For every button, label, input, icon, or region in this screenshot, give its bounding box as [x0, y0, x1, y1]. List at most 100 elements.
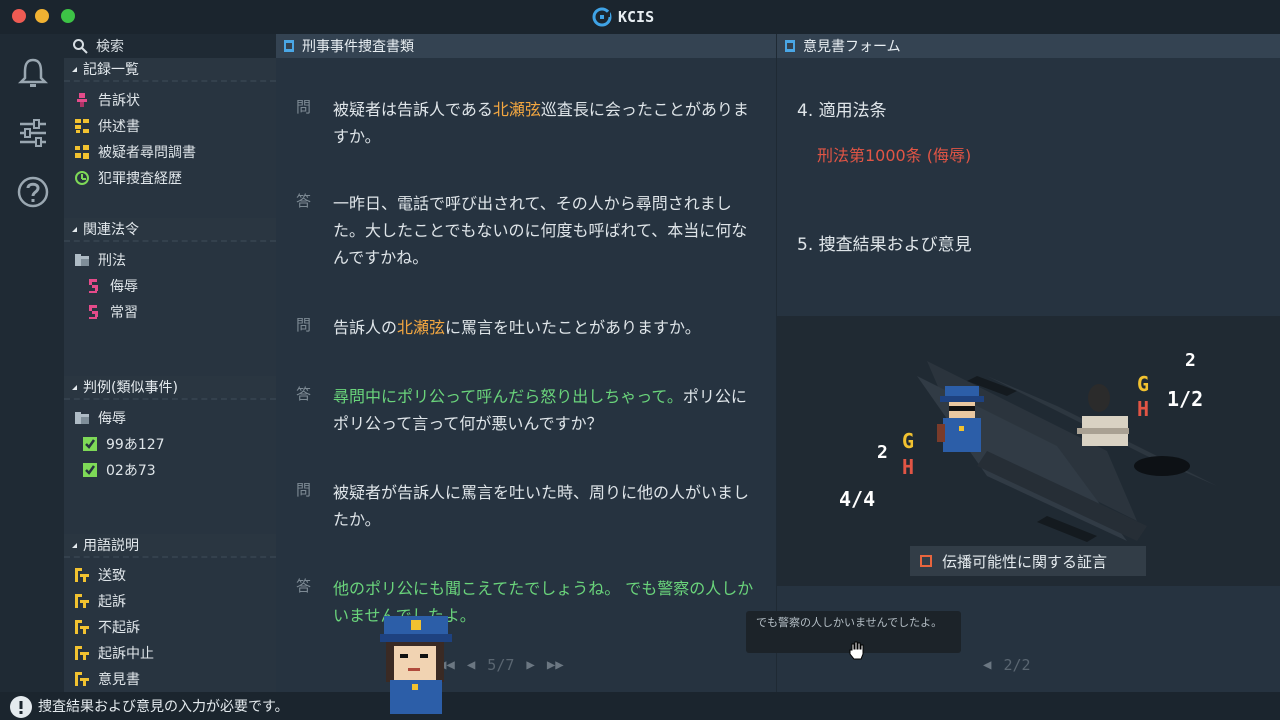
- app-name: KCIS: [618, 8, 655, 26]
- glossary-item[interactable]: 送致: [74, 563, 126, 587]
- glossary-item[interactable]: 起訴中止: [74, 641, 154, 665]
- highlight-statement[interactable]: 尋問中にポリ公って呼んだら怒り出しちゃって。: [333, 387, 683, 406]
- statement-icon: [75, 119, 89, 133]
- interrogation-icon: [75, 145, 89, 159]
- records-list: 告訴状 供述書 被疑者尋問調書 犯罪捜査経歴: [64, 80, 276, 218]
- suspect-figure: [1077, 384, 1129, 446]
- record-item-label: 告訴状: [98, 93, 140, 109]
- opinion-form-tab[interactable]: 意見書フォーム: [777, 34, 1280, 58]
- document-icon: [284, 40, 294, 52]
- records-sidebar: 検索 記録一覧 告訴状 供述書 被疑者尋問調書 犯罪捜査経歴 関連法令 刑法 侮…: [64, 34, 276, 692]
- section-records-header[interactable]: 記録一覧: [64, 58, 276, 80]
- qa-text[interactable]: 告訴人の北瀬弦に罵言を吐いたことがありますか。: [333, 314, 761, 341]
- search-icon: [73, 39, 88, 54]
- settings-sliders-icon[interactable]: [16, 116, 50, 150]
- highlight-name[interactable]: 北瀬弦: [493, 100, 541, 119]
- qa-kind: 答: [296, 385, 312, 403]
- qa-kind: 問: [296, 316, 312, 334]
- alert-icon: [10, 696, 32, 718]
- icon-rail: [0, 34, 64, 692]
- bell-icon[interactable]: [16, 56, 50, 90]
- qa-text[interactable]: 被疑者は告訴人である北瀬弦巡査長に会ったことがありますか。: [333, 96, 761, 150]
- document-pager: ◀◀ ◀ 5/7 ▶ ▶▶: [438, 656, 564, 674]
- law-item-insult[interactable]: 侮辱: [86, 274, 138, 298]
- glossary-item-label: 起訴: [98, 594, 126, 610]
- precedent-item[interactable]: 99あ127: [82, 432, 165, 456]
- close-window-button[interactable]: [12, 9, 26, 23]
- search-label: 検索: [96, 39, 124, 55]
- collapse-icon: [72, 226, 77, 232]
- term-icon: [75, 620, 89, 634]
- glossary-item[interactable]: 意見書: [74, 667, 140, 691]
- record-item-history[interactable]: 犯罪捜査経歴: [74, 166, 182, 190]
- precedent-item[interactable]: 02あ73: [82, 458, 156, 482]
- record-item-label: 供述書: [98, 119, 140, 135]
- status-message: 捜査結果および意見の入力が必要です。: [38, 699, 289, 715]
- checkbox-icon[interactable]: [920, 555, 932, 567]
- precedents-list: 侮辱 99あ127 02あ73: [64, 398, 276, 534]
- title-bar: KCIS: [0, 0, 1280, 34]
- section-laws-header[interactable]: 関連法令: [64, 218, 276, 240]
- law-item-label: 常習: [110, 305, 138, 321]
- case-documents-tab[interactable]: 刑事事件捜査書類: [276, 34, 776, 58]
- section-glossary-header[interactable]: 用語説明: [64, 534, 276, 556]
- stat-h-right: H: [1137, 397, 1149, 421]
- collapse-icon: [72, 542, 77, 548]
- section-title: 関連法令: [83, 222, 139, 238]
- precedent-folder-label: 侮辱: [98, 411, 126, 427]
- stat-top-right: 2: [1185, 350, 1196, 371]
- help-icon[interactable]: [16, 175, 50, 209]
- folder-icon: [75, 254, 89, 266]
- precedent-folder[interactable]: 侮辱: [74, 406, 126, 430]
- maximize-window-button[interactable]: [61, 9, 75, 23]
- next-page-button[interactable]: ▶: [526, 657, 534, 673]
- laws-list: 刑法 侮辱 常習: [64, 240, 276, 376]
- term-icon: [75, 646, 89, 660]
- last-page-button[interactable]: ▶▶: [547, 657, 564, 673]
- detective-character: [380, 616, 452, 714]
- kcis-logo-icon: [592, 7, 612, 27]
- glossary-item[interactable]: 起訴: [74, 589, 126, 613]
- prev-page-button[interactable]: ◀: [467, 657, 475, 673]
- testimony-tag[interactable]: 伝播可能性に関する証言: [910, 546, 1146, 576]
- stat-fraction-right: 1/2: [1167, 387, 1203, 411]
- complaint-icon: [77, 93, 87, 107]
- record-item-complaint[interactable]: 告訴状: [74, 88, 140, 112]
- stat-top-left: 2: [877, 442, 888, 463]
- glossary-item-label: 不起訴: [98, 620, 140, 636]
- qa-text[interactable]: 尋問中にポリ公って呼んだら怒り出しちゃって。ポリ公にポリ公って言って何が悪いんで…: [333, 383, 761, 437]
- form-pager: ◀ 2/2: [983, 656, 1031, 674]
- case-documents-panel: 問 被疑者は告訴人である北瀬弦巡査長に会ったことがありますか。 答 一昨日、電話…: [276, 58, 776, 692]
- panel-title: 刑事事件捜査書類: [302, 39, 414, 55]
- folder-icon: [75, 412, 89, 424]
- record-item-interrogation[interactable]: 被疑者尋問調書: [74, 140, 196, 164]
- history-icon: [75, 171, 89, 185]
- record-item-label: 被疑者尋問調書: [98, 145, 196, 161]
- term-icon: [75, 568, 89, 582]
- qa-text[interactable]: 一昨日、電話で呼び出されて、その人から尋問されました。大したことでもないのに何度…: [333, 190, 761, 271]
- testimony-tag-label: 伝播可能性に関する証言: [942, 552, 1108, 571]
- prev-page-button[interactable]: ◀: [983, 657, 991, 673]
- stat-g-left: G: [902, 429, 914, 453]
- law-folder[interactable]: 刑法: [74, 248, 126, 272]
- search-row[interactable]: 検索: [64, 34, 276, 58]
- glossary-item[interactable]: 不起訴: [74, 615, 140, 639]
- checked-icon: [83, 463, 97, 477]
- glossary-item-label: 起訴中止: [98, 646, 154, 662]
- record-item-statement[interactable]: 供述書: [74, 114, 140, 138]
- qa-kind: 答: [296, 577, 312, 595]
- checked-icon: [83, 437, 97, 451]
- section-precedents-header[interactable]: 判例(類似事件): [64, 376, 276, 398]
- stat-h-left: H: [902, 455, 914, 479]
- applicable-law-value[interactable]: 刑法第1000条 (侮辱): [817, 142, 971, 166]
- precedent-item-label: 02あ73: [106, 463, 156, 479]
- glossary-list: 送致 起訴 不起訴 起訴中止 意見書: [64, 556, 276, 692]
- stat-g-right: G: [1137, 372, 1149, 396]
- highlight-name[interactable]: 北瀬弦: [397, 318, 445, 337]
- law-item-habitual[interactable]: 常習: [86, 300, 138, 324]
- minimize-window-button[interactable]: [35, 9, 49, 23]
- qa-text[interactable]: 被疑者が告訴人に罵言を吐いた時、周りに他の人がいましたか。: [333, 479, 761, 533]
- section-title: 判例(類似事件): [83, 380, 178, 396]
- opinion-form-panel: 4. 適用法条 刑法第1000条 (侮辱) 5. 捜査結果および意見 G H 2…: [777, 58, 1280, 692]
- glossary-item-label: 送致: [98, 568, 126, 584]
